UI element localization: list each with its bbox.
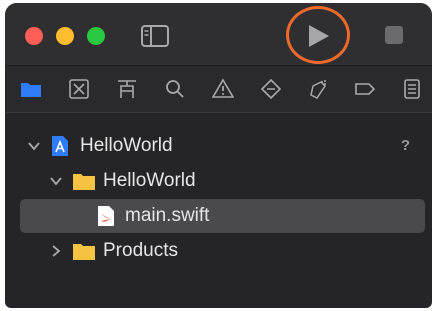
- tree-row-group[interactable]: HelloWorld: [5, 164, 432, 198]
- close-window-button[interactable]: [25, 27, 43, 45]
- tree-row-products[interactable]: Products: [5, 234, 432, 268]
- products-label: Products: [103, 240, 178, 261]
- stop-icon[interactable]: [385, 26, 403, 44]
- swift-file-icon: [98, 206, 114, 226]
- minimize-window-button[interactable]: [56, 27, 74, 45]
- xcode-project-icon: [52, 136, 68, 156]
- debug-icon[interactable]: [306, 78, 328, 100]
- chevron-down-icon[interactable]: [49, 174, 63, 188]
- tree-row-file[interactable]: main.swift: [5, 199, 432, 233]
- xcode-window: HelloWorld ? HelloWorld main.swift Produ…: [5, 3, 432, 308]
- toolbar: [5, 3, 432, 66]
- sidebar-icon[interactable]: [140, 24, 170, 48]
- report-icon[interactable]: [401, 78, 423, 100]
- zoom-window-button[interactable]: [87, 27, 105, 45]
- file-label: main.swift: [125, 205, 210, 226]
- folder-icon: [73, 244, 95, 260]
- navigator-selector-bar: [5, 66, 432, 113]
- folder-icon: [73, 174, 95, 190]
- group-label: HelloWorld: [103, 170, 196, 191]
- symbol-icon[interactable]: [116, 78, 138, 100]
- warning-icon[interactable]: [212, 78, 234, 100]
- folder-icon[interactable]: [20, 78, 42, 100]
- search-icon[interactable]: [164, 78, 186, 100]
- tree-row-project[interactable]: HelloWorld ?: [5, 129, 432, 163]
- breakpoint-icon[interactable]: [354, 78, 376, 100]
- selection-highlight: [20, 199, 425, 233]
- chevron-down-icon[interactable]: [27, 139, 41, 153]
- chevron-right-icon[interactable]: [49, 244, 63, 258]
- scm-status-badge: ?: [400, 137, 410, 154]
- source-control-icon[interactable]: [68, 78, 90, 100]
- project-label: HelloWorld: [80, 135, 173, 156]
- test-icon[interactable]: [260, 78, 282, 100]
- play-icon[interactable]: [305, 23, 331, 49]
